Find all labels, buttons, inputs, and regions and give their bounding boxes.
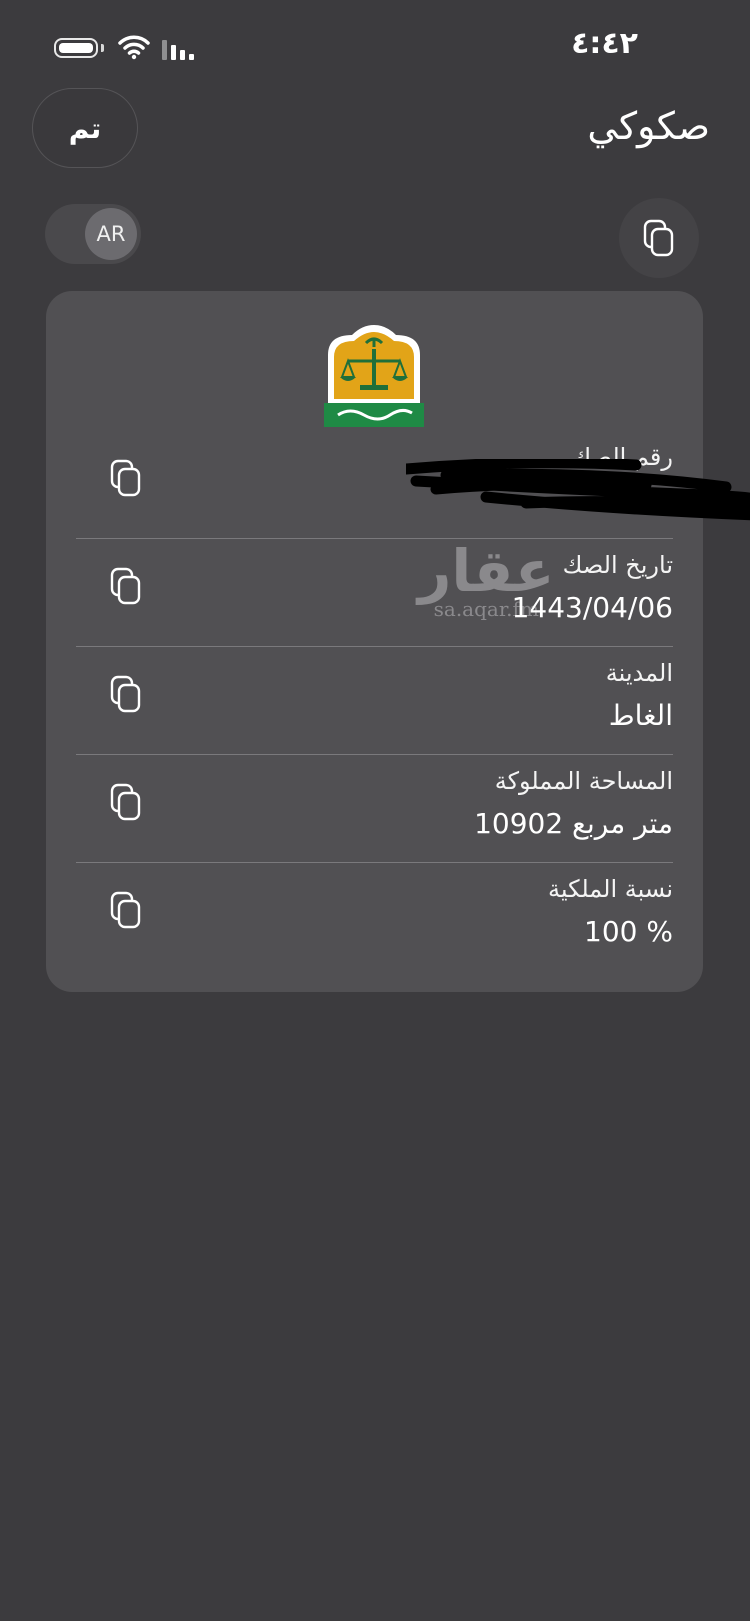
copy-ownership-percentage-button[interactable] bbox=[110, 891, 142, 931]
city-label: المدينة bbox=[605, 659, 673, 687]
deed-card: رقم الصك عقار sa.aqar.fm تاريخ الصك 1443… bbox=[46, 291, 750, 992]
redaction-scribble bbox=[406, 459, 750, 521]
ownership-percentage-label: نسبة الملكية bbox=[548, 875, 673, 903]
copy-deed-number-button[interactable] bbox=[110, 459, 142, 499]
battery-cap bbox=[101, 44, 104, 52]
status-time: ٤:٤٢ bbox=[571, 26, 638, 61]
deed-field-row: المساحة المملوكة 10902 متر مربع bbox=[76, 755, 673, 863]
city-value: الغاط bbox=[608, 699, 673, 732]
owned-area-label: المساحة المملوكة bbox=[494, 767, 673, 795]
ministry-of-justice-logo bbox=[324, 325, 424, 427]
deed-field-row: عقار sa.aqar.fm تاريخ الصك 1443/04/06 bbox=[76, 539, 673, 647]
copy-owned-area-button[interactable] bbox=[110, 783, 142, 823]
copy-city-button[interactable] bbox=[110, 675, 142, 715]
deed-date-label: تاريخ الصك bbox=[562, 551, 673, 579]
status-bar: ٤:٤٢ bbox=[0, 0, 750, 90]
wifi-icon bbox=[118, 35, 150, 60]
deed-field-row: نسبة الملكية 100 % bbox=[76, 863, 673, 971]
copy-all-button[interactable] bbox=[619, 198, 699, 278]
cellular-signal-icon bbox=[162, 38, 194, 60]
deed-field-row: رقم الصك bbox=[76, 431, 750, 539]
language-toggle[interactable]: AR bbox=[45, 204, 141, 264]
owned-area-value: 10902 متر مربع bbox=[474, 807, 673, 840]
deed-date-value: 1443/04/06 bbox=[511, 591, 673, 624]
copy-deed-date-button[interactable] bbox=[110, 567, 142, 607]
battery-icon bbox=[54, 38, 98, 58]
copy-icon bbox=[643, 219, 674, 257]
deed-field-row: المدينة الغاط bbox=[76, 647, 673, 755]
page-title: صكوكي bbox=[587, 104, 710, 148]
done-button[interactable]: تم bbox=[32, 88, 138, 168]
language-toggle-knob: AR bbox=[85, 208, 137, 260]
ownership-percentage-value: 100 % bbox=[584, 915, 673, 948]
